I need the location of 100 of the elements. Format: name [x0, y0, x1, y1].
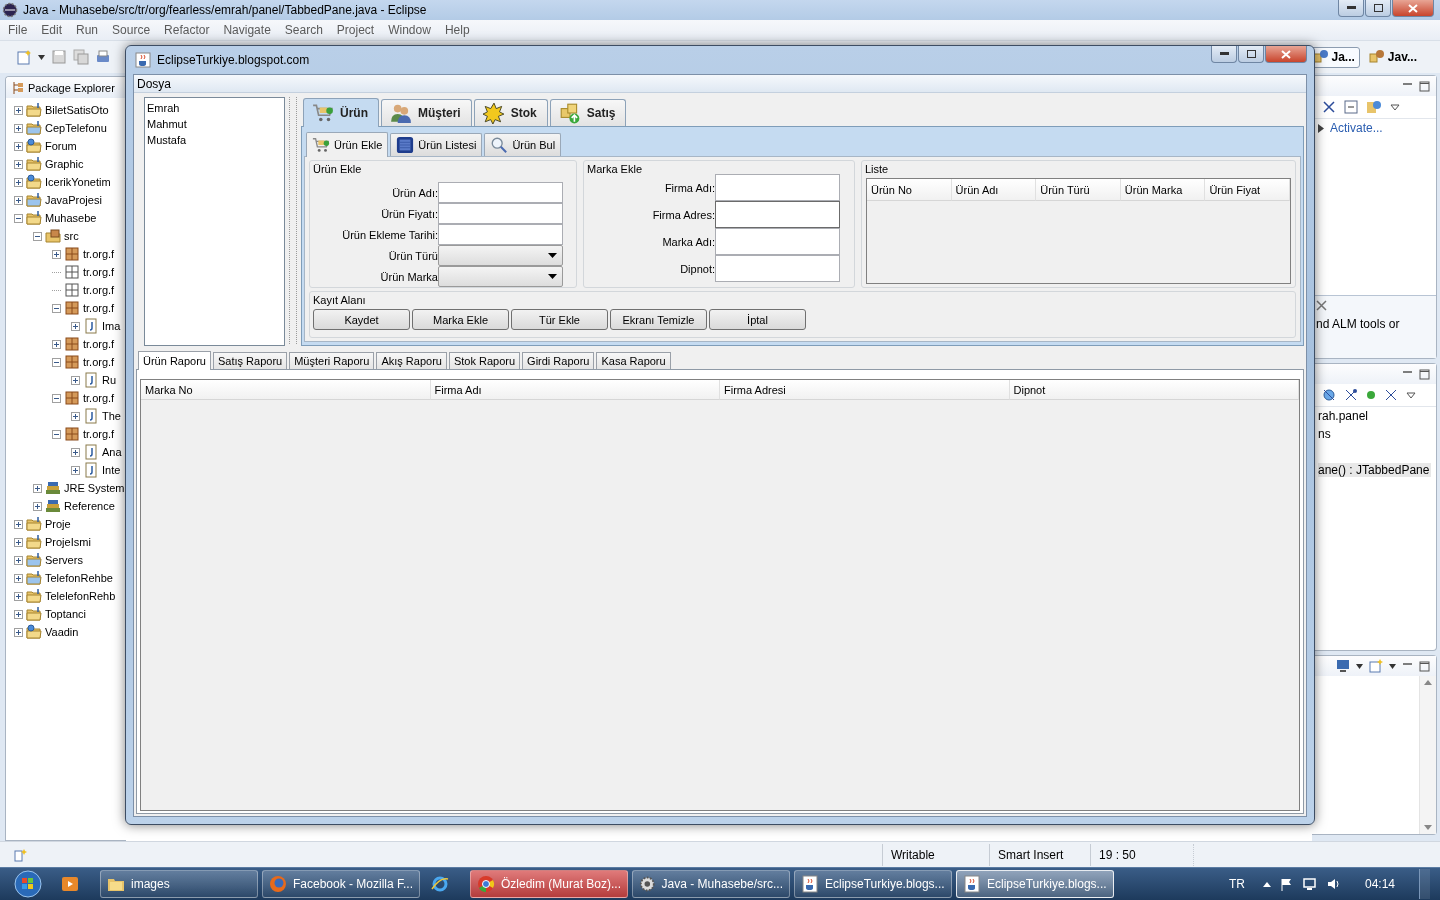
expand-toggle[interactable]	[71, 375, 80, 385]
speaker-icon[interactable]	[1326, 878, 1341, 890]
close-button[interactable]	[1392, 0, 1434, 17]
tab[interactable]: Satış	[549, 99, 627, 126]
caret-icon[interactable]	[1356, 663, 1363, 669]
tab[interactable]: Müşteri Raporu	[289, 352, 375, 369]
expand-toggle[interactable]	[33, 483, 42, 493]
taskbar-button[interactable]: EclipseTurkiye.blogs...	[794, 870, 952, 898]
tree-item-label[interactable]: BiletSatisOto	[45, 104, 109, 116]
dropdown[interactable]	[438, 266, 563, 287]
input-field[interactable]	[438, 224, 563, 245]
tab[interactable]: Stok Raporu	[448, 352, 521, 369]
action-button[interactable]: Ekranı Temizle	[610, 309, 707, 330]
input-field[interactable]	[715, 255, 840, 282]
expand-toggle[interactable]	[52, 249, 61, 259]
tree-item-label[interactable]: tr.org.f	[83, 428, 115, 440]
tab[interactable]: Ürün Listesi	[390, 133, 483, 156]
expand-toggle[interactable]	[71, 321, 80, 331]
maximize-icon[interactable]	[1419, 660, 1430, 672]
input-field[interactable]	[715, 228, 840, 255]
input-field[interactable]	[438, 182, 563, 203]
flag-icon[interactable]	[1280, 877, 1293, 891]
expand-toggle[interactable]	[52, 303, 61, 313]
outline-item[interactable]: ns	[1318, 427, 1333, 441]
tree-item-label[interactable]: JavaProjesi	[45, 194, 102, 206]
tab[interactable]: Ürün Ekle	[306, 132, 389, 157]
tab[interactable]: Kasa Raporu	[596, 352, 671, 369]
tab[interactable]: Müşteri	[381, 99, 472, 126]
tree-item-label[interactable]: JRE System	[64, 482, 125, 494]
maximize-button[interactable]	[1365, 0, 1391, 17]
dot-icon[interactable]	[1366, 390, 1376, 400]
menu-item[interactable]: Navigate	[223, 23, 271, 37]
tree-item-label[interactable]: Ru	[102, 374, 117, 386]
menu-item[interactable]: Search	[284, 23, 323, 37]
expand-toggle[interactable]	[52, 357, 61, 367]
activate-link[interactable]: Activate...	[1330, 121, 1383, 135]
tab[interactable]: Satış Raporu	[213, 352, 288, 369]
column-header[interactable]: Dipnot	[1009, 380, 1299, 400]
expand-toggle[interactable]	[14, 537, 23, 547]
input-field[interactable]	[715, 174, 840, 201]
tab[interactable]: Ürün Bul	[484, 133, 562, 156]
expand-toggle[interactable]	[14, 555, 23, 565]
tree-item-label[interactable]: Inte	[102, 464, 121, 476]
expand-toggle[interactable]	[14, 159, 23, 169]
tree-item-label[interactable]: tr.org.f	[83, 302, 115, 314]
menu-item[interactable]: Source	[112, 23, 151, 37]
tree-item-label[interactable]: Vaadin	[45, 626, 79, 638]
expand-toggle[interactable]	[14, 627, 23, 637]
action-button[interactable]: İptal	[709, 309, 806, 330]
tree-item-label[interactable]: tr.org.f	[83, 266, 115, 278]
tab[interactable]: Akış Raporu	[376, 352, 447, 369]
tree-item-label[interactable]: tr.org.f	[83, 284, 115, 296]
tree-item-label[interactable]: Ana	[102, 446, 122, 458]
tree-item-label[interactable]: src	[64, 230, 79, 242]
tree-item-label[interactable]: Reference	[64, 500, 115, 512]
expand-toggle[interactable]	[71, 411, 80, 421]
maximize-icon[interactable]	[1419, 80, 1430, 92]
tab[interactable]: Ürün	[303, 98, 379, 127]
expand-toggle[interactable]	[14, 519, 23, 529]
expand-toggle[interactable]	[14, 141, 23, 151]
expand-toggle[interactable]	[14, 105, 23, 115]
list-item[interactable]: Mustafa	[147, 132, 282, 148]
menu-item[interactable]: Edit	[41, 23, 63, 37]
expand-toggle[interactable]	[14, 123, 23, 133]
expand-toggle[interactable]	[71, 447, 80, 457]
input-field[interactable]	[715, 201, 840, 228]
tree-item-label[interactable]: Forum	[45, 140, 77, 152]
outline-item[interactable]: ane() : JTabbedPane	[1318, 463, 1432, 477]
expand-toggle[interactable]	[52, 339, 61, 349]
tree-item-label[interactable]: Servers	[45, 554, 83, 566]
close-button[interactable]	[1265, 46, 1307, 63]
outline-item[interactable]: rah.panel	[1318, 409, 1371, 423]
minimize-button[interactable]	[1338, 0, 1364, 17]
minimize-button[interactable]	[1211, 46, 1237, 63]
monitor-icon[interactable]	[1336, 659, 1350, 673]
tree-item-label[interactable]: Graphic	[45, 158, 84, 170]
column-header[interactable]: Ürün Marka	[1120, 179, 1206, 201]
taskbar-button[interactable]: Facebook - Mozilla F...	[262, 870, 420, 898]
expand-toggle[interactable]	[14, 177, 23, 187]
taskbar-button[interactable]: Özledim (Murat Boz)...	[470, 870, 628, 898]
tree-item-label[interactable]: Ima	[102, 320, 121, 332]
tree-item-label[interactable]: tr.org.f	[83, 356, 115, 368]
maximize-button[interactable]	[1238, 46, 1264, 63]
expand-toggle[interactable]	[14, 591, 23, 601]
chevron-up-icon[interactable]	[1262, 881, 1271, 887]
tree-item-label[interactable]: TelelefonRehb	[45, 590, 116, 602]
action-button[interactable]: Kaydet	[313, 309, 410, 330]
crossed-l-icon[interactable]	[1384, 388, 1398, 402]
tree-item-label[interactable]: TelefonRehbe	[45, 572, 113, 584]
scrollbar[interactable]	[1419, 676, 1436, 834]
column-header[interactable]: Ürün Adı	[951, 179, 1037, 201]
perspective-button[interactable]: Jav...	[1363, 46, 1422, 68]
crossed-tool-icon[interactable]	[1322, 100, 1336, 114]
network-icon[interactable]	[1302, 877, 1317, 891]
action-button[interactable]: Tür Ekle	[511, 309, 608, 330]
collapse-icon[interactable]	[1344, 100, 1358, 114]
maximize-icon[interactable]	[1419, 368, 1430, 380]
menu-item[interactable]: Window	[388, 23, 431, 37]
close-icon[interactable]	[1316, 300, 1327, 311]
expand-toggle[interactable]	[33, 501, 42, 511]
